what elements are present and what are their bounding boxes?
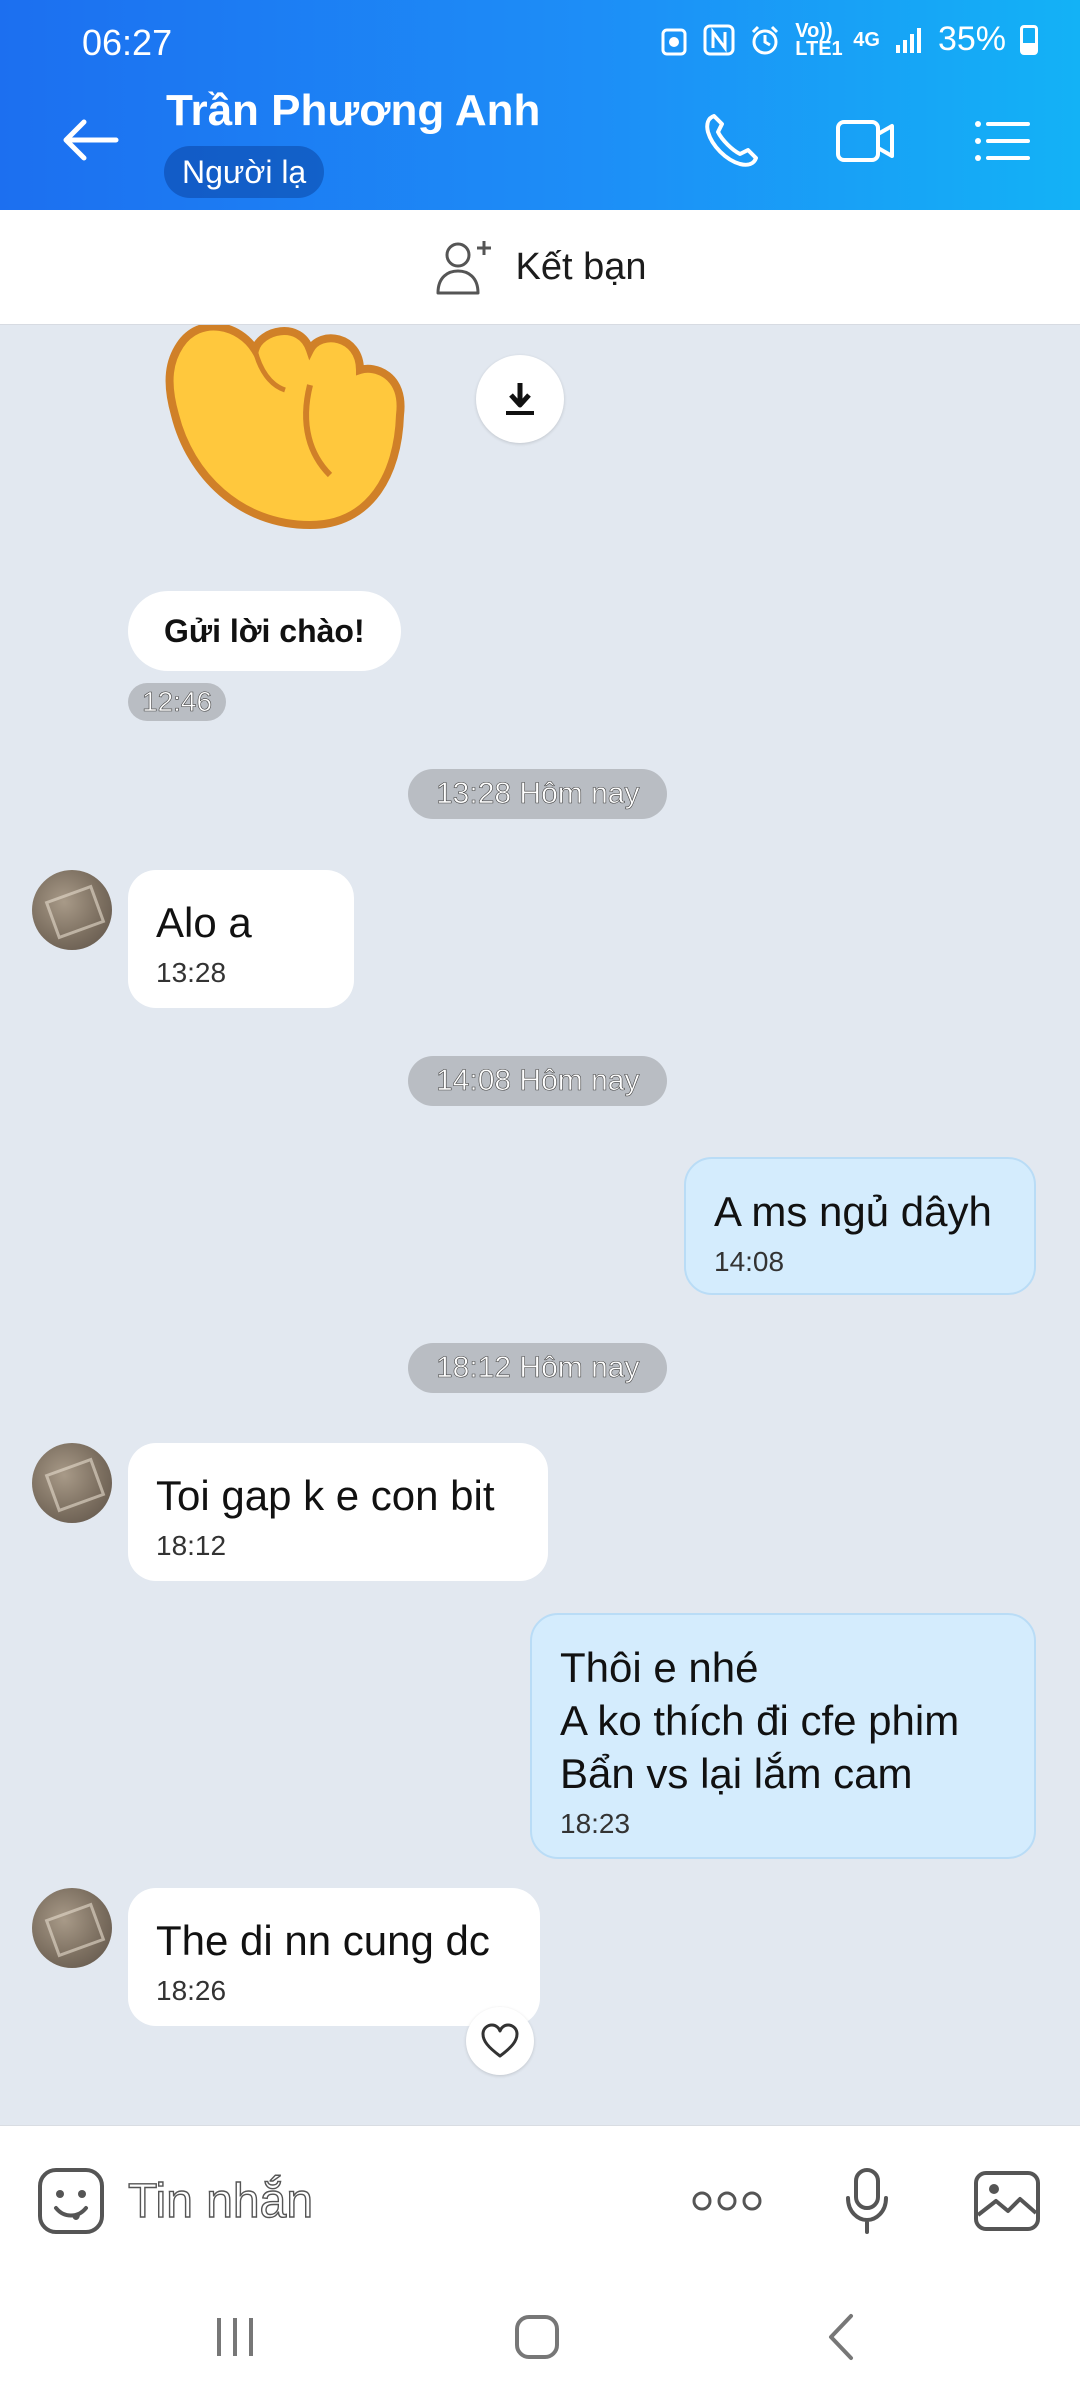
message-time: 13:28 bbox=[156, 957, 227, 988]
add-friend-bar[interactable]: Kết bạn bbox=[0, 210, 1080, 325]
message-bubble[interactable]: The di nn cung dc 18:26 bbox=[128, 1888, 540, 2026]
status-icons: Vo)) LTE1 4G 35% bbox=[659, 20, 1038, 59]
top-bar: 06:27 Vo)) LTE1 4G 35% Trần Phương Anh N… bbox=[0, 0, 1080, 210]
waving-hand-sticker bbox=[165, 325, 405, 530]
contact-name[interactable]: Trần Phương Anh bbox=[166, 86, 540, 136]
volte-indicator: Vo)) LTE1 bbox=[795, 19, 843, 60]
battery-icon bbox=[1020, 24, 1038, 55]
more-options-icon[interactable] bbox=[690, 2164, 764, 2238]
add-friend-icon bbox=[436, 241, 491, 295]
message-time: 14:08 bbox=[714, 1246, 785, 1277]
menu-list-icon[interactable] bbox=[966, 106, 1036, 176]
alarm-icon bbox=[752, 25, 779, 54]
back-nav-icon bbox=[829, 2314, 853, 2360]
nfc-icon bbox=[703, 24, 735, 55]
date-separator: 18:12 Hôm nay bbox=[408, 1343, 668, 1393]
react-heart-button[interactable] bbox=[466, 2007, 534, 2075]
chat-area[interactable]: Gửi lời chào! 12:46 13:28 Hôm nay Alo a … bbox=[0, 325, 1080, 2125]
message-time: 18:23 bbox=[560, 1808, 631, 1839]
download-icon bbox=[506, 383, 534, 415]
message-text: A ms ngủ dâyh bbox=[714, 1188, 992, 1235]
message-text: Thôi e nhé A ko thích đi cfe phim Bẩn vs… bbox=[560, 1644, 960, 1797]
message-bubble[interactable]: Toi gap k e con bit 18:12 bbox=[128, 1443, 548, 1581]
battery-percent: 35% bbox=[937, 20, 1006, 58]
recycle-icon bbox=[661, 28, 687, 55]
add-friend-label: Kết bạn bbox=[515, 245, 647, 288]
network-indicator: 4G bbox=[853, 28, 880, 51]
contact-avatar[interactable] bbox=[32, 1443, 112, 1523]
signal-icon bbox=[895, 27, 921, 53]
heart-icon bbox=[481, 2023, 519, 2058]
contact-avatar[interactable] bbox=[32, 1888, 112, 1968]
contact-avatar[interactable] bbox=[32, 870, 112, 950]
date-separator: 14:08 Hôm nay bbox=[408, 1056, 668, 1106]
message-text: The di nn cung dc bbox=[156, 1917, 490, 1964]
emoji-sticker-icon[interactable] bbox=[36, 2166, 106, 2236]
greeting-time: 12:46 bbox=[128, 683, 227, 721]
download-button[interactable] bbox=[476, 355, 564, 443]
home-icon bbox=[515, 2315, 559, 2359]
message-bubble[interactable]: Alo a 13:28 bbox=[128, 870, 354, 1008]
date-separator: 13:28 Hôm nay bbox=[408, 769, 668, 819]
back-arrow-icon[interactable] bbox=[56, 110, 126, 170]
message-time: 18:12 bbox=[156, 1530, 227, 1561]
message-input[interactable] bbox=[128, 2166, 648, 2236]
system-nav-bar bbox=[0, 2275, 1080, 2400]
recent-apps-button[interactable] bbox=[190, 2305, 280, 2369]
phone-call-icon[interactable] bbox=[696, 106, 766, 176]
home-button[interactable] bbox=[492, 2305, 582, 2369]
stranger-badge: Người lạ bbox=[164, 146, 325, 198]
microphone-icon[interactable] bbox=[830, 2164, 904, 2238]
message-text: Alo a bbox=[156, 899, 252, 946]
status-time: 06:27 bbox=[82, 22, 173, 63]
message-bubble-sent[interactable]: Thôi e nhé A ko thích đi cfe phim Bẩn vs… bbox=[530, 1613, 1036, 1859]
image-gallery-icon[interactable] bbox=[970, 2164, 1044, 2238]
message-time: 18:26 bbox=[156, 1975, 227, 2006]
message-bubble-sent[interactable]: A ms ngủ dâyh 14:08 bbox=[684, 1157, 1036, 1295]
back-button[interactable] bbox=[796, 2305, 886, 2369]
message-text: Toi gap k e con bit bbox=[156, 1472, 495, 1519]
status-bar: 06:27 Vo)) LTE1 4G 35% bbox=[0, 0, 1080, 72]
chat-header: Trần Phương Anh Người lạ bbox=[0, 72, 1080, 210]
video-call-icon[interactable] bbox=[830, 106, 900, 176]
recent-apps-icon bbox=[217, 2318, 253, 2356]
send-greeting-button[interactable]: Gửi lời chào! bbox=[128, 591, 401, 671]
message-input-bar bbox=[0, 2125, 1080, 2276]
